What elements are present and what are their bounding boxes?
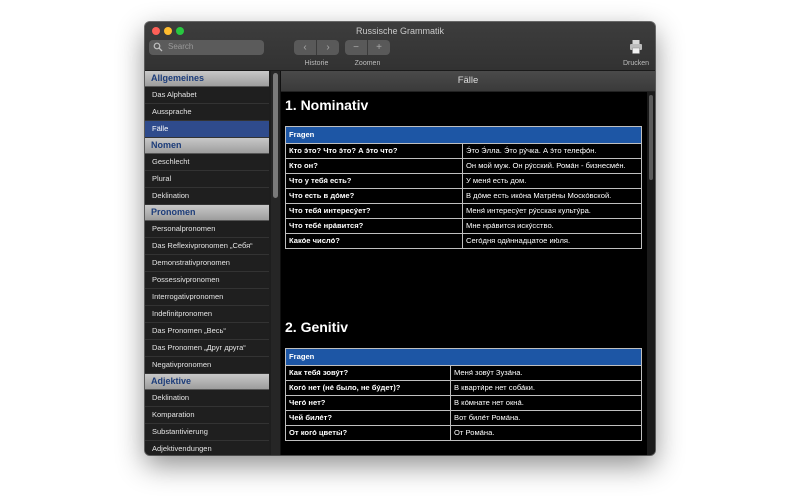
table-header: Fragen xyxy=(285,348,642,366)
sidebar-item-negativpronomen[interactable]: Negativpronomen xyxy=(145,357,269,374)
answer-cell: В ко́мнате нет окна́. xyxy=(450,395,642,411)
sidebar-item-faelle[interactable]: Fälle xyxy=(145,121,269,138)
answer-cell: Меня́ зову́т Зуза́на. xyxy=(450,365,642,381)
genitiv-table: Fragen Как тебя́ зову́т? Меня́ зову́т Зу… xyxy=(285,348,642,441)
content-scrollbar-thumb[interactable] xyxy=(649,95,653,180)
sidebar-scrollbar[interactable] xyxy=(271,71,280,455)
table-row: Как тебя́ зову́т? Меня́ зову́т Зуза́на. xyxy=(285,365,642,381)
sidebar-item-plural[interactable]: Plural xyxy=(145,171,269,188)
table-row: Что есть в до́ме? В до́ме есть ико́на Ма… xyxy=(285,188,642,204)
print-label: Drucken xyxy=(622,60,650,67)
sidebar-item-alphabet[interactable]: Das Alphabet xyxy=(145,87,269,104)
nominativ-table: Fragen Кто э́то? Что э́то? А э́то что? Э… xyxy=(285,126,642,249)
chevron-right-icon: › xyxy=(326,42,330,53)
printer-icon[interactable] xyxy=(629,39,643,55)
sidebar-item-interrogativpronomen[interactable]: Interrogativpronomen xyxy=(145,289,269,306)
sidebar-section-pronomen: Pronomen xyxy=(145,205,269,221)
question-cell: Како́е число́? xyxy=(285,233,463,249)
sidebar-item-reflexivpronomen[interactable]: Das Reflexivpronomen „Себя“ xyxy=(145,238,269,255)
sidebar-item-demonstrativpronomen[interactable]: Demonstrativpronomen xyxy=(145,255,269,272)
table-row: Что тебя́ интересу́ет? Меня́ интересу́ет… xyxy=(285,203,642,219)
forward-button[interactable]: › xyxy=(316,40,339,55)
question-cell: Чей биле́т? xyxy=(285,410,451,426)
question-cell: Как тебя́ зову́т? xyxy=(285,365,451,381)
table-row: Что тебе́ нра́вится? Мне нра́вится иску́… xyxy=(285,218,642,234)
window-title: Russische Grammatik xyxy=(355,26,445,36)
question-cell: Что есть в до́ме? xyxy=(285,188,463,204)
sidebar-item-aussprache[interactable]: Aussprache xyxy=(145,104,269,121)
question-cell: Кого́ нет (не́ было, не бу́дет)? xyxy=(285,380,451,396)
answer-cell: Он мой муж. Он ру́сский. Рома́н - бизнес… xyxy=(462,158,642,174)
sidebar-section-adjektive: Adjektive xyxy=(145,374,269,390)
table-row: Что у тебя́ есть? У меня́ есть дом. xyxy=(285,173,642,189)
zoom-in-button[interactable]: + xyxy=(367,40,390,55)
answer-cell: Вот биле́т Рома́на. xyxy=(450,410,642,426)
search-icon xyxy=(153,42,163,52)
sidebar-item-pronomen-ves[interactable]: Das Pronomen „Весь“ xyxy=(145,323,269,340)
question-cell: Кто э́то? Что э́то? А э́то что? xyxy=(285,143,463,159)
sidebar-item-substantivierung[interactable]: Substantivierung xyxy=(145,424,269,441)
sidebar-section-nomen: Nomen xyxy=(145,138,269,154)
sidebar-item-adjektive-deklination[interactable]: Deklination xyxy=(145,390,269,407)
answer-cell: Сего́дня оди́ннадцатое ию́ля. xyxy=(462,233,642,249)
sidebar-item-personalpronomen[interactable]: Personalpronomen xyxy=(145,221,269,238)
sidebar-item-possessivpronomen[interactable]: Possessivpronomen xyxy=(145,272,269,289)
question-cell: Что тебя́ интересу́ет? xyxy=(285,203,463,219)
sidebar-item-indefinitpronomen[interactable]: Indefinitpronomen xyxy=(145,306,269,323)
table-row: Како́е число́? Сего́дня оди́ннадцатое ию… xyxy=(285,233,642,249)
sidebar-scrollbar-thumb[interactable] xyxy=(273,73,278,198)
table-row: От кого́ цветы́? От Рома́на. xyxy=(285,425,642,441)
answer-cell: От Рома́на. xyxy=(450,425,642,441)
chevron-left-icon: ‹ xyxy=(303,42,307,53)
answer-cell: Мне нра́вится иску́сство. xyxy=(462,218,642,234)
answer-cell: В до́ме есть ико́на Матрёны Моско́вской. xyxy=(462,188,642,204)
history-control: ‹ › xyxy=(294,40,339,55)
search-field[interactable]: Search xyxy=(149,40,264,55)
table-row: Чего́ нет? В ко́мнате нет окна́. xyxy=(285,395,642,411)
case-title-genitiv: 2. Genitiv xyxy=(285,319,349,335)
history-label: Historie xyxy=(304,60,329,67)
sidebar-item-nomen-deklination[interactable]: Deklination xyxy=(145,188,269,205)
sidebar-item-komparation[interactable]: Komparation xyxy=(145,407,269,424)
table-header: Fragen xyxy=(285,126,642,144)
question-cell: От кого́ цветы́? xyxy=(285,425,451,441)
table-row: Чей биле́т? Вот биле́т Рома́на. xyxy=(285,410,642,426)
question-cell: Что у тебя́ есть? xyxy=(285,173,463,189)
question-cell: Чего́ нет? xyxy=(285,395,451,411)
sidebar-item-adjektivendungen[interactable]: Adjektivendungen xyxy=(145,441,269,455)
answer-cell: Меня́ интересу́ет ру́сская культу́ра. xyxy=(462,203,642,219)
table-row: Кого́ нет (не́ было, не бу́дет)? В кварт… xyxy=(285,380,642,396)
table-row: Кто э́то? Что э́то? А э́то что? Э́то Э́л… xyxy=(285,143,642,159)
answer-cell: У меня́ есть дом. xyxy=(462,173,642,189)
answer-cell: Э́то Э́лла. Э́то ру́чка. А э́то телефо́н… xyxy=(462,143,642,159)
title-bar: Russische Grammatik Search ‹ › Historie … xyxy=(145,22,655,71)
app-window: Russische Grammatik Search ‹ › Historie … xyxy=(145,22,655,455)
content-header: Fälle xyxy=(281,71,655,92)
sidebar-section-allgemeines: Allgemeines xyxy=(145,71,269,87)
question-cell: Что тебе́ нра́вится? xyxy=(285,218,463,234)
sidebar: Allgemeines Das Alphabet Aussprache Fäll… xyxy=(145,71,281,455)
plus-icon: + xyxy=(376,42,382,53)
answer-cell: В кварти́ре нет соба́ки. xyxy=(450,380,642,396)
minus-icon: − xyxy=(353,42,359,53)
table-row: Кто он? Он мой муж. Он ру́сский. Рома́н … xyxy=(285,158,642,174)
content-scrollbar[interactable] xyxy=(647,92,655,455)
case-title-nominativ: 1. Nominativ xyxy=(285,97,369,113)
zoom-control: − + xyxy=(345,40,390,55)
content-pane: Fälle 1. Nominativ Fragen Кто э́то? Что … xyxy=(281,71,655,455)
back-button[interactable]: ‹ xyxy=(294,40,316,55)
zoom-label: Zoomen xyxy=(354,60,381,67)
sidebar-item-pronomen-drug-druga[interactable]: Das Pronomen „Друг друга“ xyxy=(145,340,269,357)
sidebar-item-geschlecht[interactable]: Geschlecht xyxy=(145,154,269,171)
question-cell: Кто он? xyxy=(285,158,463,174)
zoom-out-button[interactable]: − xyxy=(345,40,367,55)
search-placeholder: Search xyxy=(168,42,194,51)
